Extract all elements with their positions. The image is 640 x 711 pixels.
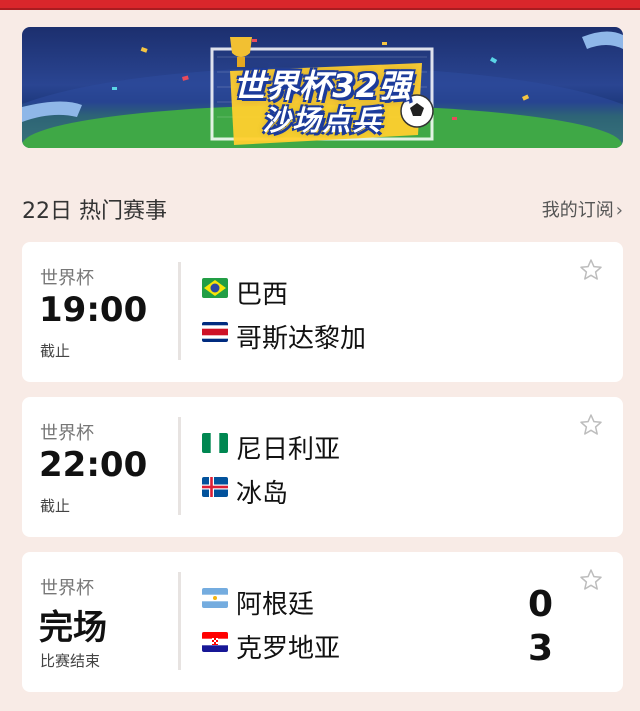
argentina-flag-icon: [202, 588, 228, 608]
match-status: 比赛结束: [40, 652, 101, 670]
away-score: 3: [527, 628, 553, 669]
match-card[interactable]: 世界杯 22:00 截止 尼日利亚 冰岛: [22, 397, 623, 537]
section-title: 22日 热门赛事: [22, 199, 167, 224]
banner-title-line2: 沙场点兵: [262, 104, 383, 137]
match-time: 22:00: [39, 445, 148, 485]
card-divider: [178, 417, 181, 515]
team-name: 阿根廷: [236, 590, 315, 620]
croatia-flag-icon: [202, 632, 228, 652]
match-result-label: 完场: [39, 608, 107, 648]
match-card[interactable]: 世界杯 19:00 截止 巴西 哥斯达黎加: [22, 242, 623, 382]
team-name: 冰岛: [236, 479, 289, 509]
costa-rica-flag-icon: [202, 322, 228, 342]
section-header: 22日 热门赛事 我的订阅 ›: [22, 193, 623, 225]
favorite-star-icon[interactable]: [579, 258, 603, 286]
home-score: 0: [527, 584, 553, 625]
top-red-bar: [0, 0, 640, 10]
brazil-flag-icon: [202, 278, 228, 298]
nigeria-flag-icon: [202, 433, 228, 453]
chevron-right-icon: ›: [615, 200, 623, 221]
match-card[interactable]: 世界杯 完场 比赛结束 阿根廷 克罗地亚 0 3: [22, 552, 623, 692]
favorite-star-icon[interactable]: [579, 568, 603, 596]
match-league: 世界杯: [40, 268, 94, 289]
my-subscriptions-label: 我的订阅: [541, 200, 614, 221]
team-name: 哥斯达黎加: [236, 324, 367, 354]
favorite-star-icon[interactable]: [579, 413, 603, 441]
card-divider: [178, 262, 181, 360]
world-cup-banner[interactable]: 世界杯32强 沙场点兵: [22, 27, 623, 148]
match-league: 世界杯: [40, 423, 94, 444]
match-time: 19:00: [39, 290, 148, 330]
team-name: 尼日利亚: [236, 435, 341, 465]
match-status: 截止: [40, 342, 71, 360]
team-name: 巴西: [236, 280, 289, 310]
card-divider: [178, 572, 181, 670]
team-name: 克罗地亚: [236, 634, 341, 664]
match-status: 截止: [40, 497, 71, 515]
my-subscriptions-link[interactable]: 我的订阅 ›: [542, 196, 623, 222]
match-league: 世界杯: [40, 578, 94, 599]
iceland-flag-icon: [202, 477, 228, 497]
